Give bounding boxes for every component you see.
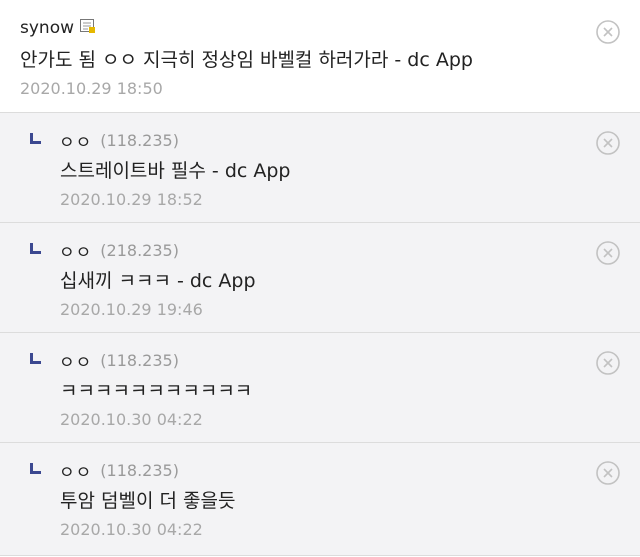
reply-ip: (218.235) [100, 240, 179, 260]
comment-item: synow 안가도 됨 ㅇㅇ 지극히 정상임 바벨컬 하러가라 - dc App… [0, 0, 640, 113]
reply-ip: (118.235) [100, 460, 179, 480]
reply-ip: (118.235) [100, 350, 179, 370]
reply-text: 투암 덤벨이 더 좋을듯 [60, 490, 236, 512]
reply-text: 십새끼 ㅋㅋㅋ - dc App [60, 270, 256, 292]
reply-header: ㅇㅇ (118.235) [30, 126, 580, 154]
reply-arrow-icon [30, 462, 41, 474]
close-circle-icon[interactable] [596, 131, 620, 155]
comment-text: 안가도 됨 ㅇㅇ 지극히 정상임 바벨컬 하러가라 - dc App [20, 49, 473, 71]
close-circle-icon[interactable] [596, 461, 620, 485]
reply-date: 2020.10.29 19:46 [60, 300, 203, 319]
reply-date: 2020.10.30 04:22 [60, 520, 203, 539]
close-circle-icon[interactable] [596, 241, 620, 265]
memo-icon [80, 18, 96, 33]
close-circle-icon[interactable] [596, 20, 620, 44]
comment-thread: synow 안가도 됨 ㅇㅇ 지극히 정상임 바벨컬 하러가라 - dc App… [0, 0, 640, 556]
reply-author[interactable]: ㅇㅇ [59, 348, 92, 373]
comment-date: 2020.10.29 18:50 [20, 79, 163, 98]
reply-author[interactable]: ㅇㅇ [59, 128, 92, 153]
reply-header: ㅇㅇ (118.235) [30, 346, 580, 374]
reply-item: ㅇㅇ (118.235) 투암 덤벨이 더 좋을듯 2020.10.30 04:… [0, 443, 640, 556]
reply-date: 2020.10.29 18:52 [60, 190, 203, 209]
reply-header: ㅇㅇ (118.235) [30, 456, 580, 484]
comment-header: synow [20, 14, 580, 42]
close-circle-icon[interactable] [596, 351, 620, 375]
reply-item: ㅇㅇ (118.235) ㅋㅋㅋㅋㅋㅋㅋㅋㅋㅋㅋ 2020.10.30 04:2… [0, 333, 640, 443]
reply-arrow-icon [30, 132, 41, 144]
reply-arrow-icon [30, 242, 41, 254]
comment-author[interactable]: synow [20, 18, 74, 38]
reply-author[interactable]: ㅇㅇ [59, 238, 92, 263]
reply-item: ㅇㅇ (118.235) 스트레이트바 필수 - dc App 2020.10.… [0, 113, 640, 223]
reply-arrow-icon [30, 352, 41, 364]
reply-text: 스트레이트바 필수 - dc App [60, 160, 291, 182]
reply-author[interactable]: ㅇㅇ [59, 458, 92, 483]
reply-date: 2020.10.30 04:22 [60, 410, 203, 429]
reply-text: ㅋㅋㅋㅋㅋㅋㅋㅋㅋㅋㅋ [60, 380, 253, 402]
reply-item: ㅇㅇ (218.235) 십새끼 ㅋㅋㅋ - dc App 2020.10.29… [0, 223, 640, 333]
reply-header: ㅇㅇ (218.235) [30, 236, 580, 264]
reply-ip: (118.235) [100, 130, 179, 150]
